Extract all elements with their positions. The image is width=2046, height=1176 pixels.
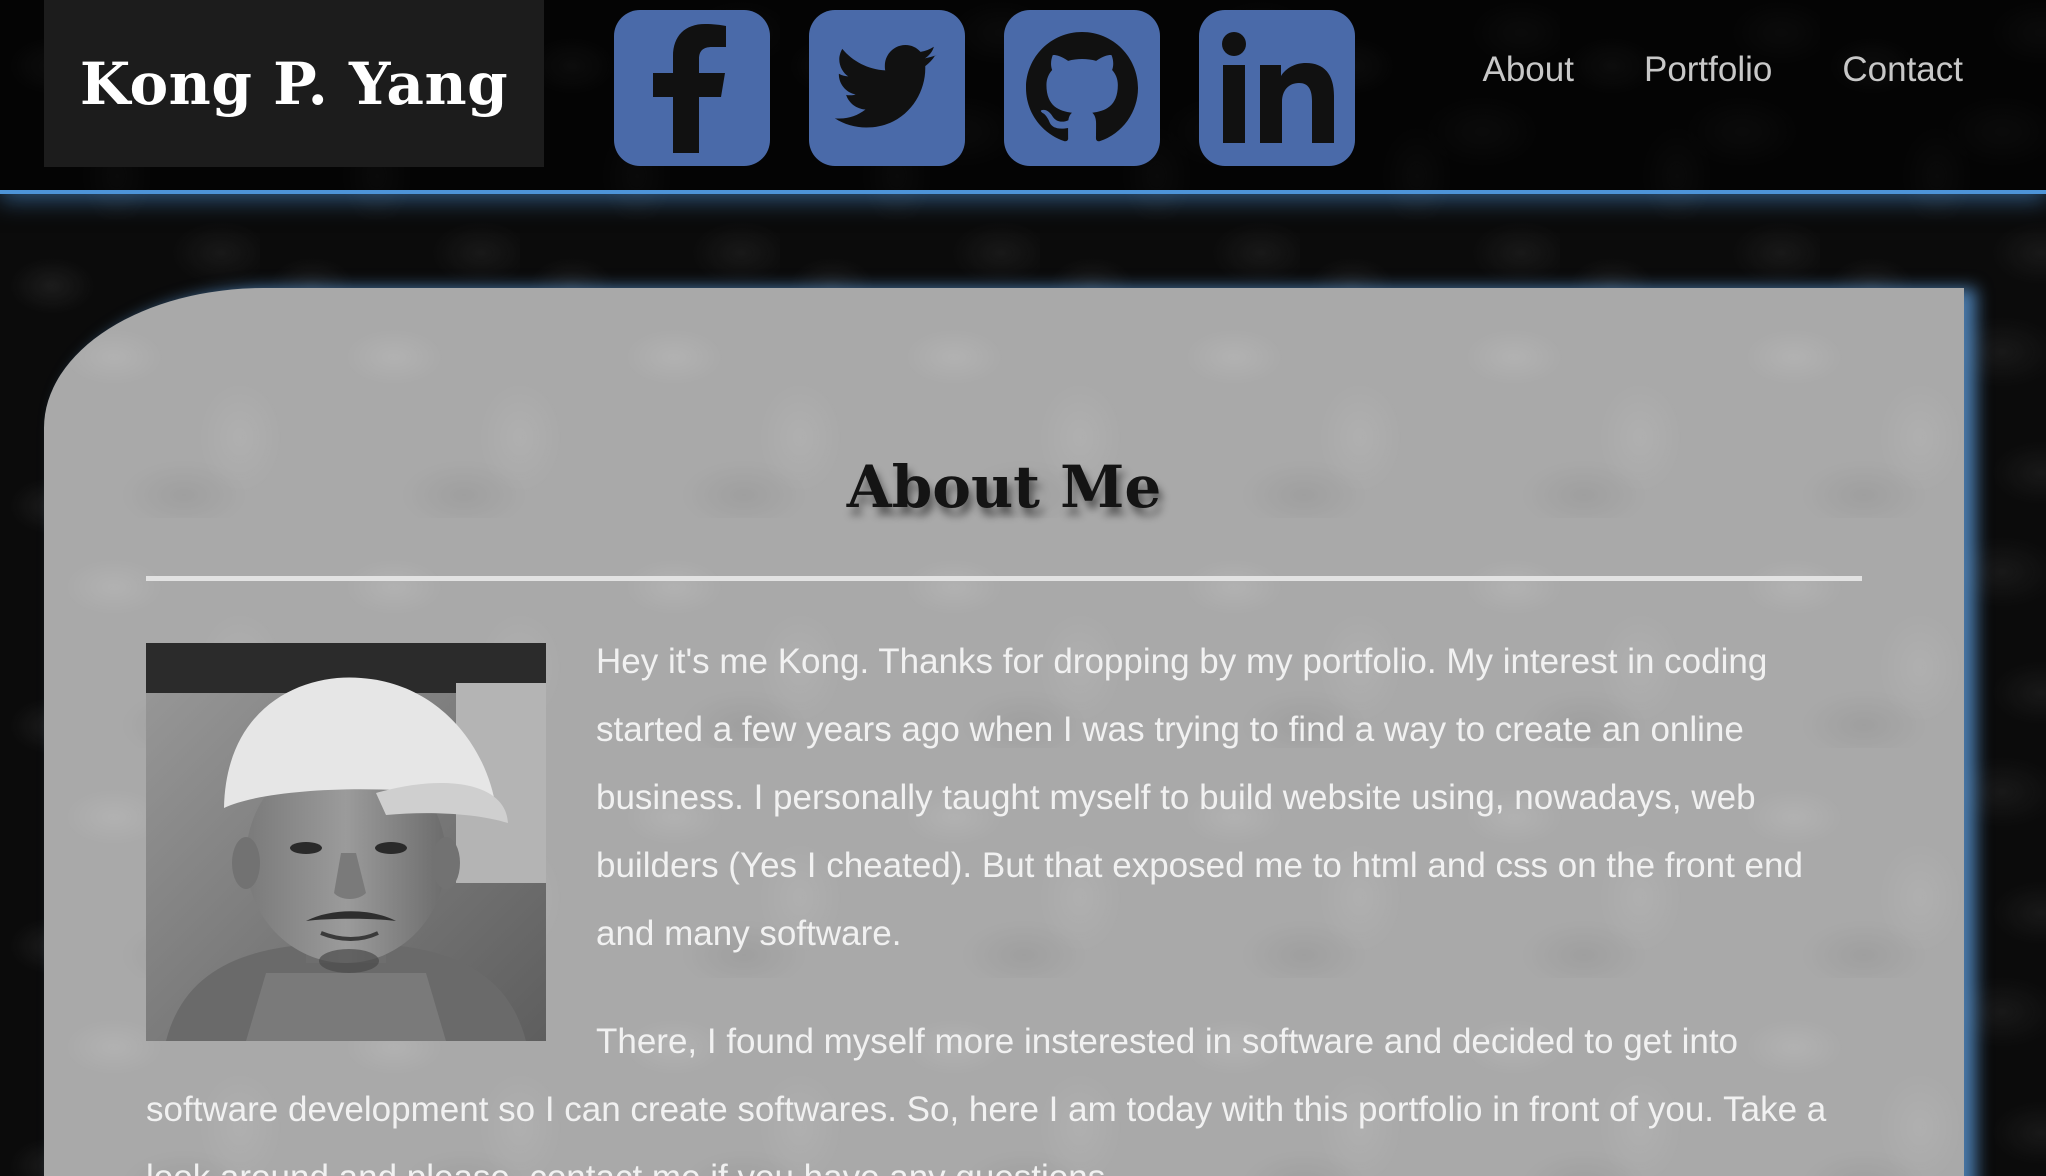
brand-logo[interactable]: Kong P. Yang: [44, 0, 544, 167]
site-header: Kong P. Yang About Portfolio Contact: [0, 0, 2046, 194]
linkedin-link[interactable]: [1199, 10, 1355, 166]
twitter-icon: [835, 45, 937, 128]
about-text: Hey it's me Kong. Thanks for dropping by…: [146, 628, 1862, 1176]
nav-portfolio[interactable]: Portfolio: [1644, 50, 1772, 90]
twitter-link[interactable]: [809, 10, 965, 166]
photo-spacer: [146, 628, 596, 1048]
facebook-icon: [653, 24, 726, 153]
social-links: [614, 10, 1355, 166]
facebook-link[interactable]: [614, 10, 770, 166]
nav-contact[interactable]: Contact: [1842, 50, 1963, 90]
section-divider: [146, 576, 1862, 581]
nav-about[interactable]: About: [1483, 50, 1574, 90]
about-title: About Me: [846, 453, 1162, 521]
linkedin-icon: [1222, 32, 1334, 143]
github-link[interactable]: [1004, 10, 1160, 166]
main-nav: About Portfolio Contact: [1483, 50, 1964, 90]
github-icon: [1026, 32, 1138, 142]
about-section: About Me Hey it's me Kong. Thanks for dr…: [44, 288, 1964, 1176]
brand-name: Kong P. Yang: [79, 49, 509, 118]
